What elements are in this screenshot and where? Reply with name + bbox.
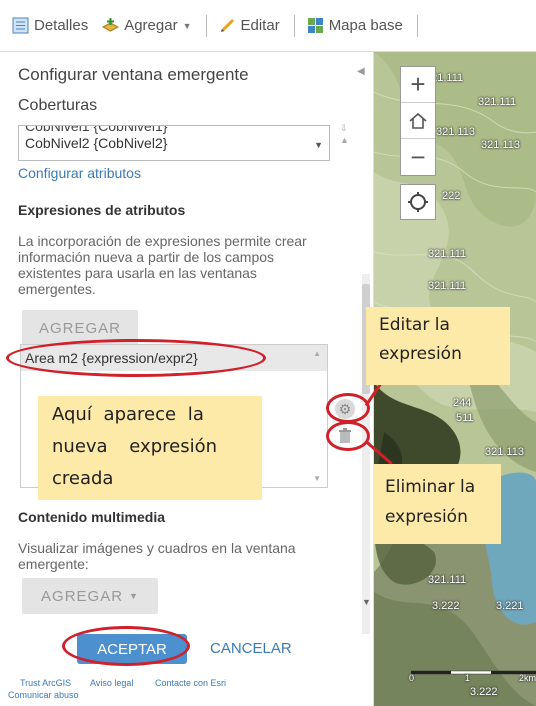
callout-line: Eliminar la: [385, 477, 476, 497]
chevron-down-icon: ▼: [129, 591, 139, 601]
report-abuse-link[interactable]: Comunicar abuso: [8, 690, 79, 701]
details-label: Detalles: [34, 17, 89, 34]
chevron-down-icon: ▼: [314, 140, 323, 150]
scale-bar: 0 1 2km: [409, 663, 536, 683]
chevron-down-icon[interactable]: ▼: [313, 474, 321, 483]
callout-edit-expression: Editar la expresión: [366, 307, 510, 385]
trust-arcgis-link[interactable]: Trust ArcGIS: [20, 678, 71, 689]
add-media-button[interactable]: AGREGAR ▼: [22, 578, 158, 614]
configure-attributes-link[interactable]: Configurar atributos: [18, 165, 141, 181]
map-label: 244: [453, 397, 472, 409]
description-line: emergentes.: [18, 281, 96, 297]
map-label: 3.222: [470, 686, 498, 698]
toolbar-divider: [416, 14, 418, 37]
expressions-description: La incorporación de expresiones permite …: [18, 233, 307, 297]
details-button[interactable]: Detalles: [12, 17, 88, 34]
highlight-ellipse-expression: [6, 339, 266, 377]
add-label: Agregar: [124, 17, 178, 34]
basemap-label: Mapa base: [328, 17, 403, 34]
description-line: La incorporación de expresiones permite …: [18, 233, 307, 249]
details-icon: [12, 17, 29, 34]
scale-label: 2km: [519, 673, 536, 683]
add-layer-icon: [102, 17, 120, 34]
callout-delete-expression: Eliminar la expresión: [373, 464, 501, 544]
map-label: 321.113: [436, 126, 475, 138]
home-icon: [409, 112, 427, 129]
chevron-down-icon[interactable]: ▼: [362, 597, 371, 607]
contact-esri-link[interactable]: Contacte con Esri: [155, 678, 226, 689]
callout-line: expresión: [379, 344, 462, 364]
chevron-down-icon: ▼: [182, 20, 192, 31]
callout-line: expresión: [385, 507, 468, 527]
basemap-button[interactable]: Mapa base: [307, 17, 403, 34]
basemap-icon: [307, 17, 324, 34]
legal-notice-link[interactable]: Aviso legal: [90, 678, 133, 689]
map-label: 321.111: [478, 96, 517, 108]
home-button[interactable]: [401, 103, 435, 139]
callout-line: creada: [52, 468, 114, 489]
description-line: Visualizar imágenes y cuadros en la vent…: [18, 540, 296, 556]
expressions-heading: Expresiones de atributos: [18, 202, 186, 218]
zoom-control: + −: [400, 66, 436, 176]
layer-option-selected[interactable]: CobNivel2 {CobNivel2}: [19, 135, 329, 152]
popup-config-panel: Configurar ventana emergente ◀ Cobertura…: [0, 52, 374, 706]
description-line: existentes para usarla en las ventanas: [18, 265, 257, 281]
edit-button[interactable]: Editar: [219, 17, 280, 34]
locate-icon: [408, 192, 428, 212]
collapse-panel-icon[interactable]: ◀: [357, 66, 365, 77]
map-label: 511: [456, 412, 474, 424]
map-label: 321.113: [485, 446, 524, 458]
map-label: 3.221: [496, 600, 524, 612]
map-label: 321.111: [428, 574, 467, 586]
toolbar-divider: [293, 14, 295, 37]
scale-label: 0: [409, 673, 415, 683]
panel-title: Configurar ventana emergente: [18, 65, 249, 84]
map-label: 321.113: [481, 139, 520, 151]
edit-label: Editar: [240, 17, 280, 34]
callout-new-expression: Aquí aparece la nueva expresión creada: [38, 396, 262, 500]
zoom-out-button[interactable]: −: [401, 139, 435, 175]
map-label: 321.111: [428, 248, 467, 260]
callout-line: Aquí aparece la: [52, 404, 204, 425]
multimedia-description: Visualizar imágenes y cuadros en la vent…: [18, 540, 296, 572]
multimedia-heading: Contenido multimedia: [18, 509, 165, 525]
add-button[interactable]: Agregar ▼: [102, 17, 192, 34]
callout-text: Editar la: [379, 315, 450, 335]
callout-line: Editar la: [379, 311, 499, 340]
chevron-up-icon[interactable]: ▲: [313, 349, 321, 358]
description-line: información nueva a partir de los campos: [18, 249, 275, 265]
locate-button[interactable]: [400, 184, 436, 220]
map-label: 3.222: [432, 600, 460, 612]
add-media-label: AGREGAR: [41, 587, 124, 605]
highlight-ellipse-edit: [326, 393, 370, 423]
cancel-button[interactable]: CANCELAR: [210, 640, 292, 657]
scale-bar-graphic: [410, 670, 536, 675]
toolbar-divider: [205, 14, 207, 37]
list-scroll-arrows[interactable]: ⇩ ▲: [340, 122, 349, 146]
map-label: 222: [442, 190, 461, 202]
highlight-ellipse-accept: [62, 626, 190, 666]
callout-line: nueva expresión: [52, 436, 218, 457]
layer-select[interactable]: CobNivel1 {CobNivel1} CobNivel2 {CobNive…: [18, 125, 330, 161]
scale-label: 1: [465, 673, 471, 683]
toolbar: Detalles Agregar ▼ Editar Mapa base: [0, 0, 536, 52]
highlight-ellipse-delete: [326, 421, 370, 451]
map-label: 321.111: [428, 280, 467, 292]
layers-label: Coberturas: [18, 97, 98, 114]
layer-option[interactable]: CobNivel1 {CobNivel1}: [19, 126, 329, 135]
description-line: emergente:: [18, 556, 89, 572]
zoom-in-button[interactable]: +: [401, 67, 435, 103]
pencil-icon: [219, 17, 236, 34]
